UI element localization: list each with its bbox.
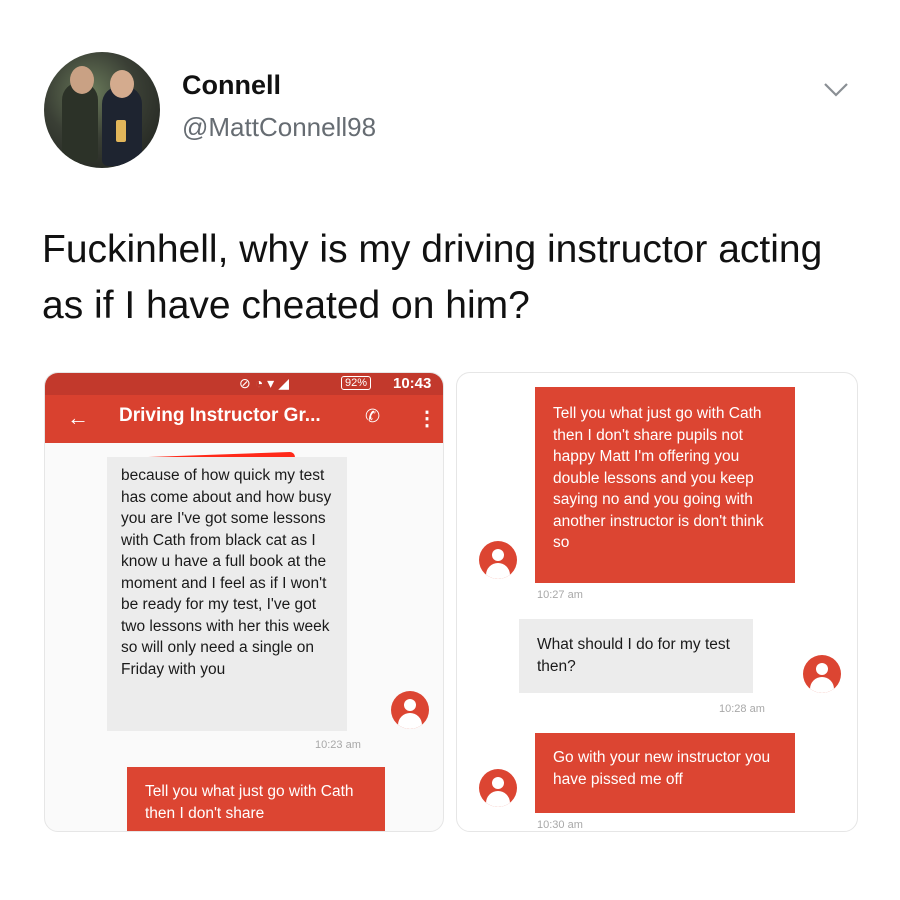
chevron-down-icon[interactable] — [822, 78, 850, 100]
message-timestamp: 10:27 am — [537, 589, 583, 601]
outgoing-message: Tell you what just go with Cath then I d… — [535, 387, 795, 583]
attached-screenshot-left[interactable]: ⊘◔▾◢ 92% 10:43 ← Driving Instructor Gr..… — [44, 372, 444, 832]
avatar-head-right — [110, 70, 134, 98]
status-time: 10:43 — [393, 375, 432, 392]
incoming-message: What should I do for my test then? — [519, 619, 753, 693]
status-icons: ⊘◔▾◢ — [239, 375, 293, 391]
battery-indicator: 92% — [341, 376, 372, 390]
android-status-bar: ⊘◔▾◢ 92% 10:43 — [45, 373, 443, 395]
contact-avatar-icon — [803, 655, 841, 693]
user-handle[interactable]: @MattConnell98 — [182, 112, 376, 143]
tweet-text: Fuckinhell, why is my driving instructor… — [42, 228, 823, 327]
chat-title: Driving Instructor Gr... — [119, 405, 321, 426]
display-name[interactable]: Connell — [182, 70, 281, 101]
incoming-message: because of how quick my test has come ab… — [107, 457, 347, 731]
message-timestamp: 10:23 am — [315, 739, 361, 751]
message-timestamp: 10:28 am — [719, 703, 765, 715]
avatar-drink — [116, 120, 126, 142]
contact-avatar-icon — [479, 541, 517, 579]
avatar-person-left — [62, 82, 98, 162]
contact-avatar-icon — [479, 769, 517, 807]
chat-toolbar: ← Driving Instructor Gr... ✆ ⋮ — [45, 395, 443, 469]
profile-avatar[interactable] — [44, 52, 160, 168]
back-arrow-icon[interactable]: ← — [67, 405, 89, 431]
overflow-menu-icon[interactable]: ⋮ — [417, 406, 437, 431]
phone-icon[interactable]: ✆ — [365, 406, 380, 427]
attached-screenshot-right[interactable]: Tell you what just go with Cath then I d… — [456, 372, 858, 832]
contact-avatar-icon — [391, 691, 429, 729]
outgoing-message: Tell you what just go with Cath then I d… — [127, 767, 385, 831]
outgoing-message: Go with your new instructor you have pis… — [535, 733, 795, 813]
message-timestamp: 10:30 am — [537, 819, 583, 831]
avatar-head-left — [70, 66, 94, 94]
